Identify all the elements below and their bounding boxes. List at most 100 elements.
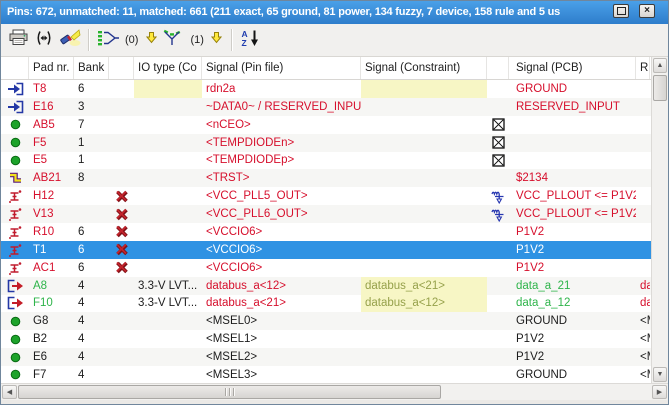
- table-row[interactable]: V13<VCC_PLL6_OUT>VCC_PLLOUT <= P1V2: [1, 205, 651, 223]
- bank-number: 8: [74, 169, 109, 187]
- title-bar: Pins: 672, unmatched: 11, matched: 661 (…: [1, 1, 668, 24]
- scroll-up-button[interactable]: ▲: [653, 58, 667, 73]
- power-icon: [1, 241, 29, 259]
- table-row[interactable]: AB57<nCEO>: [1, 116, 651, 134]
- signal-pin-file: <TEMPDIODEp>: [202, 152, 361, 170]
- sort-az-button[interactable]: AZ: [238, 27, 264, 53]
- rule-cell: [636, 134, 650, 152]
- signal-pcb: GROUND: [509, 312, 636, 330]
- pad-number: AB21: [29, 169, 74, 187]
- column-header-constraint-status[interactable]: [487, 57, 509, 79]
- plug-icon: [487, 205, 509, 223]
- rule-cell: <M: [636, 366, 650, 383]
- signal-pcb: $2134: [509, 169, 636, 187]
- scroll-left-button[interactable]: ◀: [2, 385, 17, 399]
- table-row[interactable]: F74<MSEL3>GROUND<M: [1, 366, 651, 383]
- mismatch-flag: [109, 348, 134, 366]
- highlight-button[interactable]: [57, 27, 83, 53]
- rule-cell: [636, 259, 650, 277]
- filter-button[interactable]: [160, 27, 186, 53]
- signal-pin-file: <VCC_PLL6_OUT>: [202, 205, 361, 223]
- column-header-status[interactable]: [109, 57, 134, 79]
- column-header-bank[interactable]: Bank: [74, 57, 109, 79]
- rule-cell: [636, 152, 650, 170]
- plug-icon: [487, 187, 509, 205]
- table-row[interactable]: F1043.3-V LVT...databus_a<21>databus_a<1…: [1, 295, 651, 313]
- crossbox-icon: [487, 152, 509, 170]
- pad-number: AB5: [29, 116, 74, 134]
- table-row[interactable]: T16<VCCIO6>P1V2: [1, 241, 651, 259]
- column-header-label: IO type (Co: [138, 62, 197, 74]
- close-button[interactable]: ×: [639, 4, 655, 18]
- io-type: [134, 205, 202, 223]
- table-row[interactable]: B24<MSEL1>P1V2<M: [1, 330, 651, 348]
- constraint-status: [487, 312, 509, 330]
- signal-pin-file: <nCEO>: [202, 116, 361, 134]
- table-row[interactable]: E64<MSEL2>P1V2<M: [1, 348, 651, 366]
- app-window: Pins: 672, unmatched: 11, matched: 661 (…: [0, 0, 669, 405]
- constraint-status: [487, 330, 509, 348]
- connect-button[interactable]: [95, 27, 121, 53]
- io-type: [134, 259, 202, 277]
- pad-number: F10: [29, 295, 74, 313]
- mismatch-flag: [109, 169, 134, 187]
- signal-pcb: GROUND: [509, 366, 636, 383]
- bank-number: 4: [74, 312, 109, 330]
- vertical-scroll-thumb[interactable]: [653, 75, 667, 101]
- table-row[interactable]: E51 <TEMPDIODEp>: [1, 152, 651, 170]
- crossbox-icon: [487, 116, 509, 134]
- io-type: [134, 223, 202, 241]
- horizontal-scroll-thumb[interactable]: [18, 385, 441, 399]
- table-row[interactable]: T86rdn2aGROUND: [1, 80, 651, 98]
- scroll-right-button[interactable]: ▶: [652, 385, 667, 399]
- signal-constraint: [361, 116, 487, 134]
- pad-number: E5: [29, 152, 74, 170]
- bank-number: 6: [74, 241, 109, 259]
- scroll-down-button[interactable]: ▼: [653, 367, 667, 382]
- signal-pcb: VCC_PLLOUT <= P1V2: [509, 205, 636, 223]
- column-header-pad-nr[interactable]: Pad nr.: [29, 57, 74, 79]
- horizontal-scrollbar[interactable]: ◀ ▶: [1, 383, 668, 400]
- io-type: [134, 98, 202, 116]
- pad-number: H12: [29, 187, 74, 205]
- column-header-signal-pcb[interactable]: Signal (PCB): [509, 57, 636, 79]
- table-row[interactable]: AC16<VCCIO6>P1V2: [1, 259, 651, 277]
- table-row[interactable]: AB218<TRST>$2134: [1, 169, 651, 187]
- signal-pin-file: <VCCIO6>: [202, 241, 361, 259]
- fit-columns-button[interactable]: [31, 27, 57, 53]
- rule-cell: <M: [636, 312, 650, 330]
- table-row[interactable]: F51<TEMPDIODEn>: [1, 134, 651, 152]
- table-row[interactable]: G84<MSEL0>GROUND<M: [1, 312, 651, 330]
- table-row[interactable]: H12<VCC_PLL5_OUT>VCC_PLLOUT <= P1V2: [1, 187, 651, 205]
- column-header-label: Signal (Pin file): [206, 62, 283, 74]
- yellow-arrow-down-icon: [211, 31, 222, 49]
- power-icon: [1, 223, 29, 241]
- filter-dropdown-button[interactable]: [208, 27, 226, 53]
- column-header-io-type[interactable]: IO type (Co: [134, 57, 202, 79]
- bank-number: 1: [74, 152, 109, 170]
- io-type: [134, 187, 202, 205]
- pad-number: T1: [29, 241, 74, 259]
- column-header-icon[interactable]: [1, 57, 29, 79]
- rule-cell: <M: [636, 330, 650, 348]
- step-icon: [1, 169, 29, 187]
- vertical-scrollbar[interactable]: ▲ ▼: [651, 57, 668, 383]
- maximize-button[interactable]: [613, 4, 629, 18]
- signal-constraint: databus_a<12>: [361, 295, 487, 313]
- print-button[interactable]: [5, 27, 31, 53]
- signal-pin-file: <MSEL3>: [202, 366, 361, 383]
- arrow-right-icon: ▶: [657, 388, 662, 396]
- table-row[interactable]: R106<VCCIO6>P1V2: [1, 223, 651, 241]
- bank-number: [74, 187, 109, 205]
- constraint-status: [487, 169, 509, 187]
- column-header-rule[interactable]: Ru: [636, 57, 650, 79]
- bank-number: 6: [74, 259, 109, 277]
- connect-dropdown-button[interactable]: [142, 27, 160, 53]
- table-row[interactable]: A843.3-V LVT...databus_a<12>databus_a<21…: [1, 277, 651, 295]
- window-title: Pins: 672, unmatched: 11, matched: 661 (…: [7, 1, 607, 24]
- fit-columns-icon: [34, 30, 54, 51]
- column-header-signal-pin-file[interactable]: Signal (Pin file): [202, 57, 361, 79]
- column-header-label: Signal (Constraint): [365, 62, 460, 74]
- column-header-signal-constraint[interactable]: Signal (Constraint): [361, 57, 487, 79]
- table-row[interactable]: E163~DATA0~ / RESERVED_INPUTRESERVED_INP…: [1, 98, 651, 116]
